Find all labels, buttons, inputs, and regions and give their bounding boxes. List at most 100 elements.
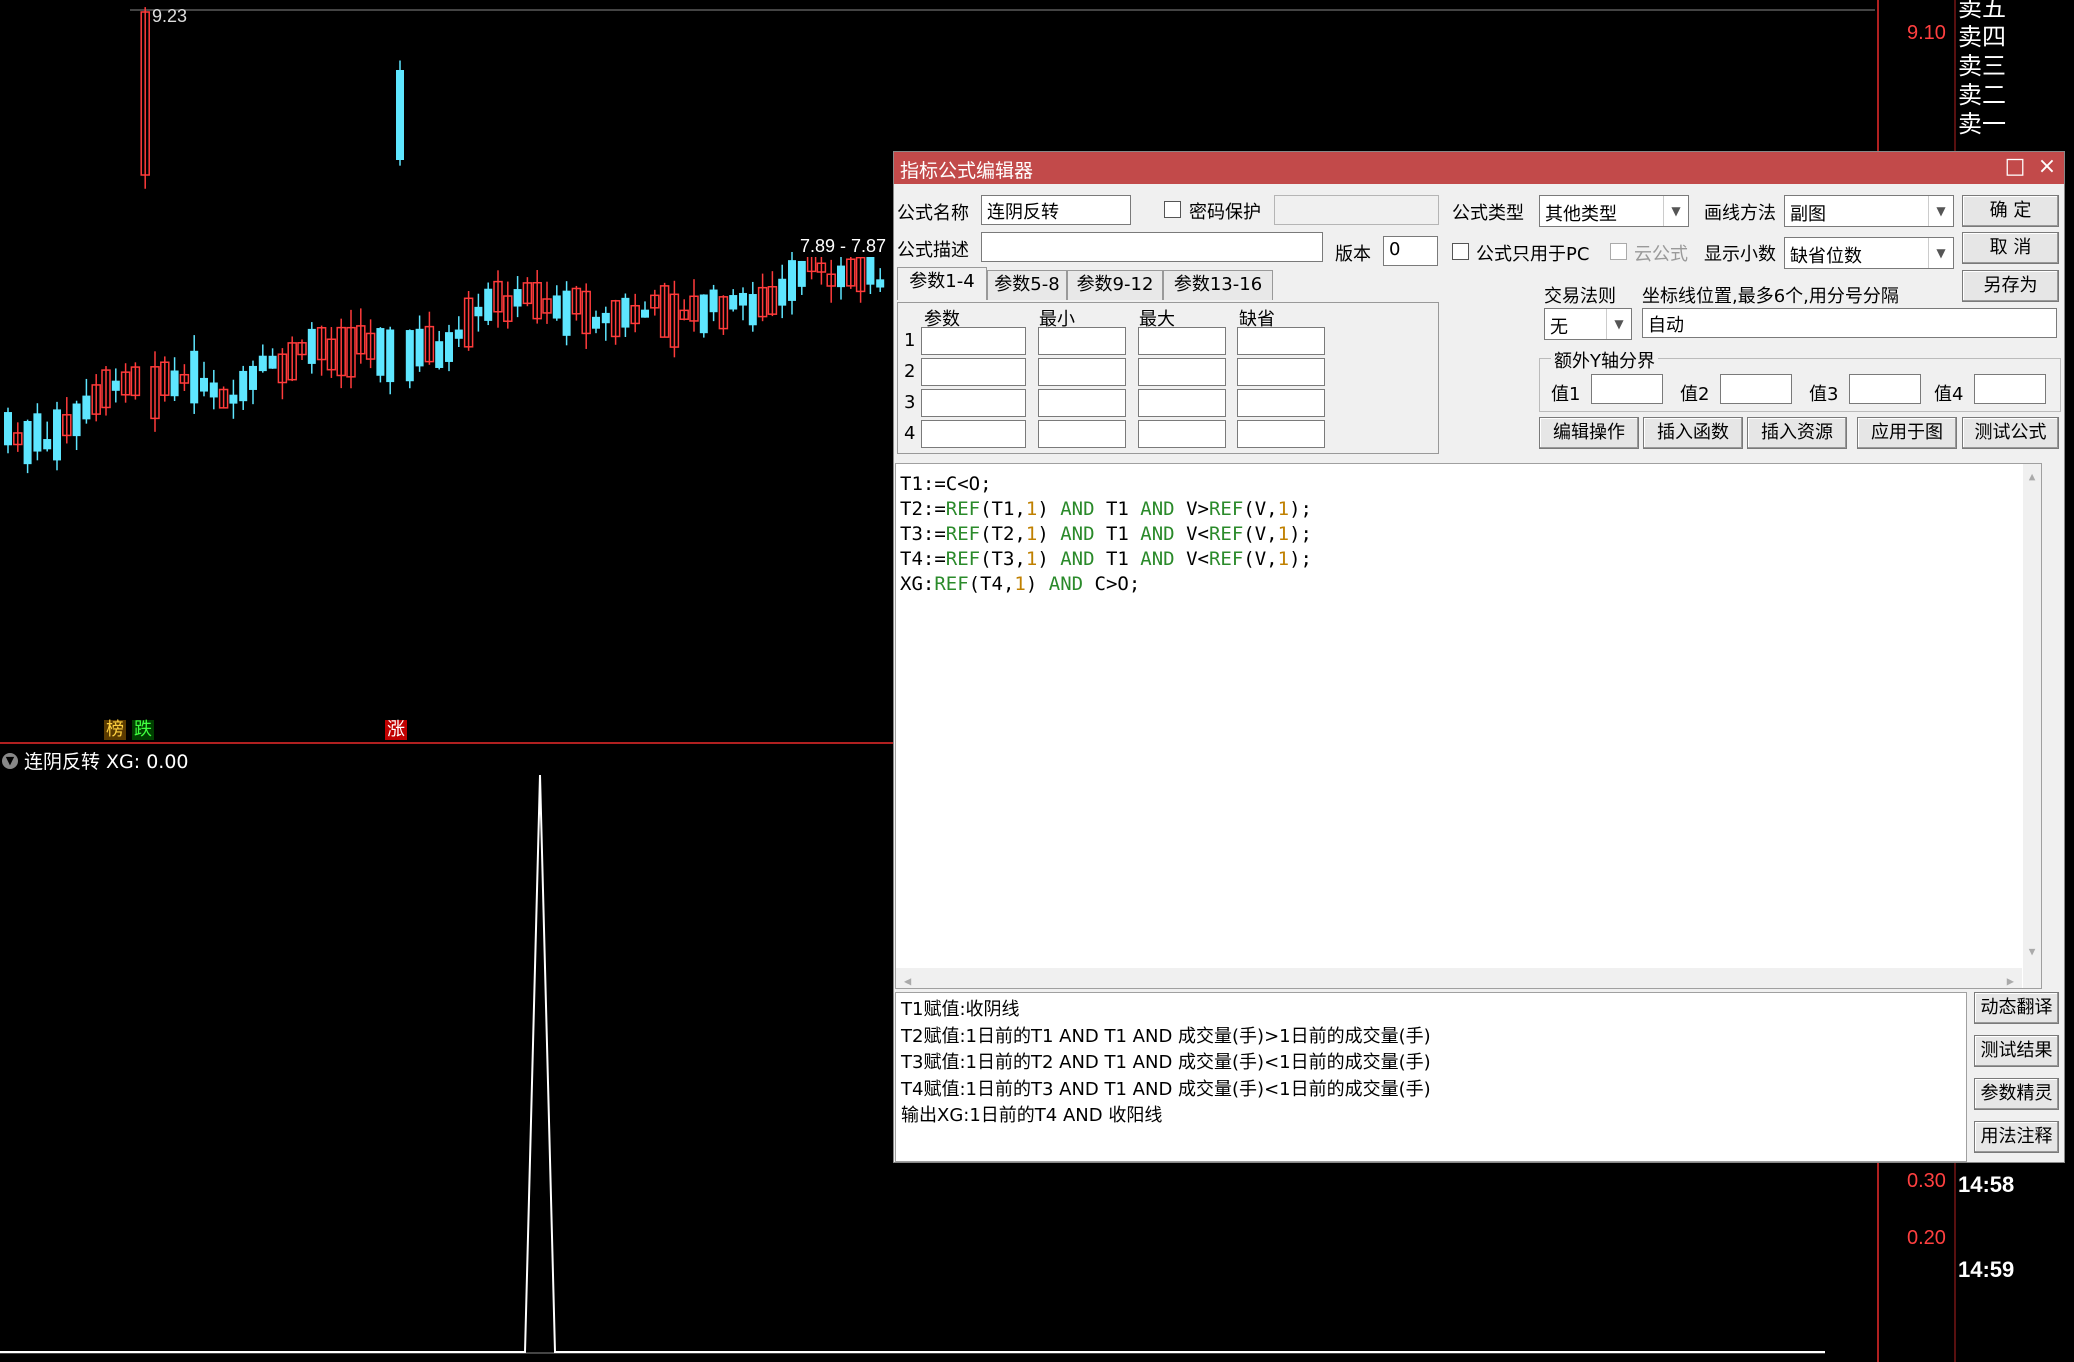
code-token: (T1, bbox=[980, 498, 1026, 520]
draw-method-select[interactable]: 副图 ▼ bbox=[1784, 195, 1954, 227]
dialog-titlebar[interactable]: 指标公式编辑器 □ × bbox=[894, 152, 2064, 184]
param-cell[interactable] bbox=[921, 420, 1026, 448]
code-token: ) bbox=[1037, 498, 1061, 520]
chevron-down-icon: ▼ bbox=[1928, 238, 1953, 268]
password-label: 密码保护 bbox=[1189, 202, 1261, 223]
tag-down[interactable]: 跌 bbox=[132, 720, 154, 740]
scroll-left-icon[interactable]: ◀ bbox=[904, 969, 911, 994]
code-token: AND bbox=[1060, 523, 1095, 545]
tab-param-5-8[interactable]: 参数5-8 bbox=[987, 270, 1067, 300]
tag-up[interactable]: 涨 bbox=[385, 720, 407, 740]
close-icon[interactable]: × bbox=[2034, 155, 2060, 181]
code-token: 1 bbox=[1025, 498, 1038, 520]
candle-body bbox=[592, 316, 600, 329]
pc-only-checkbox[interactable] bbox=[1452, 243, 1469, 260]
tab-param-1-4[interactable]: 参数1-4 bbox=[897, 267, 987, 300]
code-token: REF bbox=[934, 573, 969, 595]
insert-resource-button[interactable]: 插入资源 bbox=[1747, 417, 1847, 449]
scroll-right-icon[interactable]: ▶ bbox=[2007, 969, 2014, 994]
trade-rule-label: 交易法则 bbox=[1544, 286, 1616, 307]
formula-type-select[interactable]: 其他类型 ▼ bbox=[1539, 195, 1689, 227]
test-result-button[interactable]: 测试结果 bbox=[1974, 1035, 2059, 1067]
axis-input[interactable]: 自动 bbox=[1642, 308, 2057, 338]
candle-body bbox=[190, 350, 199, 404]
version-input[interactable]: 0 bbox=[1383, 236, 1438, 266]
code-token: (V, bbox=[1243, 498, 1278, 520]
candle-body bbox=[200, 377, 208, 392]
code-line: T2:=REF(T1,1) AND T1 AND V>REF(V,1); bbox=[898, 497, 1312, 522]
tab-param-9-12[interactable]: 参数9-12 bbox=[1067, 270, 1163, 300]
formula-name-input[interactable]: 连阴反转 bbox=[981, 195, 1131, 225]
scroll-up-icon[interactable]: ▲ bbox=[2023, 464, 2041, 489]
horizontal-scrollbar[interactable]: ◀ ▶ bbox=[896, 968, 2022, 988]
edit-operation-button[interactable]: 编辑操作 bbox=[1539, 417, 1639, 449]
insert-function-button[interactable]: 插入函数 bbox=[1643, 417, 1743, 449]
code-token: AND bbox=[1140, 523, 1175, 545]
code-token: T1 bbox=[1094, 523, 1141, 545]
param-cell[interactable] bbox=[1038, 358, 1126, 386]
explain-line: T3赋值:1日前的T2 AND T1 AND 成交量(手)<1日前的成交量(手) bbox=[901, 1052, 1431, 1073]
param-cell[interactable] bbox=[921, 389, 1026, 417]
value4-input[interactable] bbox=[1974, 374, 2046, 404]
param-cell[interactable] bbox=[1237, 420, 1325, 448]
tag-list[interactable]: 榜 bbox=[104, 720, 126, 740]
saveas-button[interactable]: 另存为 bbox=[1962, 270, 2059, 302]
formula-editor-dialog: 指标公式编辑器 □ × 公式名称 连阴反转 密码保护 公式类型 其他类型 ▼ 画… bbox=[893, 151, 2065, 1163]
candle-body bbox=[445, 332, 453, 362]
value1-input[interactable] bbox=[1591, 374, 1663, 404]
price-axis-label: 0.20 bbox=[1907, 1227, 1946, 1249]
param-cell[interactable] bbox=[1038, 420, 1126, 448]
code-token: REF bbox=[1208, 523, 1244, 545]
code-editor[interactable]: T1:=C<O; T2:=REF(T1,1) AND T1 AND V>REF(V… bbox=[895, 463, 2042, 989]
code-token: ) bbox=[1037, 548, 1061, 570]
candle-body bbox=[474, 306, 483, 317]
tab-param-13-16[interactable]: 参数13-16 bbox=[1163, 270, 1273, 300]
candle-body bbox=[405, 330, 414, 382]
param-cell[interactable] bbox=[1138, 389, 1226, 417]
code-token: AND bbox=[1140, 548, 1175, 570]
param-cell[interactable] bbox=[1138, 358, 1226, 386]
param-cell[interactable] bbox=[1138, 420, 1226, 448]
param-cell[interactable] bbox=[921, 327, 1026, 355]
param-cell[interactable] bbox=[1237, 389, 1325, 417]
param-cell[interactable] bbox=[1237, 327, 1325, 355]
trade-rule-select[interactable]: 无 ▼ bbox=[1544, 308, 1632, 340]
param-cell[interactable] bbox=[921, 358, 1026, 386]
param-cell[interactable] bbox=[1237, 358, 1325, 386]
decimals-select[interactable]: 缺省位数 ▼ bbox=[1784, 237, 1954, 269]
apply-to-chart-button[interactable]: 应用于图 bbox=[1857, 417, 1957, 449]
password-checkbox[interactable] bbox=[1164, 201, 1181, 218]
collapse-icon[interactable]: ▼ bbox=[2, 752, 18, 769]
param-wizard-button[interactable]: 参数精灵 bbox=[1974, 1078, 2059, 1110]
code-token: 1 bbox=[1025, 523, 1038, 545]
candle-body bbox=[601, 312, 610, 324]
code-token: ); bbox=[1289, 523, 1312, 545]
usage-notes-button[interactable]: 用法注释 bbox=[1974, 1121, 2059, 1153]
password-input[interactable] bbox=[1274, 195, 1439, 225]
order-book-sell2: 卖二 bbox=[1958, 81, 2006, 109]
value2-input[interactable] bbox=[1720, 374, 1792, 404]
ok-button[interactable]: 确 定 bbox=[1962, 195, 2059, 227]
param-cell[interactable] bbox=[1138, 327, 1226, 355]
candle-body bbox=[513, 289, 522, 307]
candle-body bbox=[748, 294, 757, 326]
desc-input[interactable] bbox=[981, 232, 1323, 262]
candle-body bbox=[43, 439, 52, 450]
vertical-scrollbar[interactable]: ▲ ▼ bbox=[2023, 464, 2041, 988]
candle-body bbox=[307, 328, 316, 364]
desc-label: 公式描述 bbox=[897, 240, 969, 261]
dynamic-translate-button[interactable]: 动态翻译 bbox=[1974, 992, 2059, 1024]
param-cell[interactable] bbox=[1038, 327, 1126, 355]
value3-input[interactable] bbox=[1849, 374, 1921, 404]
candle-body bbox=[396, 70, 404, 160]
candle-body bbox=[876, 279, 885, 288]
cloud-checkbox[interactable] bbox=[1610, 243, 1627, 260]
scroll-down-icon[interactable]: ▼ bbox=[2023, 939, 2041, 964]
candle-body bbox=[82, 395, 91, 420]
test-formula-button[interactable]: 测试公式 bbox=[1962, 417, 2059, 449]
maximize-icon[interactable]: □ bbox=[2002, 155, 2028, 181]
param-cell[interactable] bbox=[1038, 389, 1126, 417]
cancel-button[interactable]: 取 消 bbox=[1962, 232, 2059, 264]
param-row-number: 1 bbox=[904, 330, 916, 351]
axis-label: 坐标线位置,最多6个,用分号分隔 bbox=[1642, 286, 1899, 307]
